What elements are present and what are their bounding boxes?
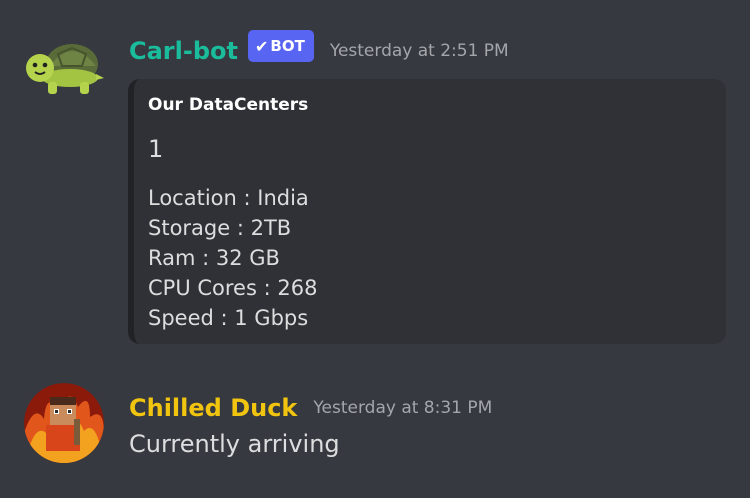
embed-field-value: Location : India Storage : 2TB Ram : 32 … <box>148 183 317 333</box>
embed-line-storage: Storage : 2TB <box>148 216 292 240</box>
username[interactable]: Carl-bot <box>129 37 238 65</box>
message-content: Currently arriving <box>129 430 340 458</box>
verified-check-icon: ✔ <box>254 36 269 56</box>
username[interactable]: Chilled Duck <box>129 394 297 422</box>
embed-line-cpu: CPU Cores : 268 <box>148 276 318 300</box>
embed-title: Our DataCenters <box>148 95 309 115</box>
fire-character-avatar-icon[interactable] <box>24 383 104 463</box>
message-chilled-duck: Chilled Duck Yesterday at 8:31 PM <box>0 360 750 498</box>
embed-line-speed: Speed : 1 Gbps <box>148 306 309 330</box>
embed-line-location: Location : India <box>148 186 309 210</box>
message-header: Chilled Duck Yesterday at 8:31 PM <box>129 394 492 422</box>
bot-badge: ✔ BOT <box>247 30 314 62</box>
bot-badge-label: BOT <box>270 37 305 55</box>
embed-field-name: 1 <box>148 135 164 163</box>
message-carl-bot: Carl-bot ✔ BOT Yesterday at 2:51 PM Our … <box>0 0 750 360</box>
timestamp[interactable]: Yesterday at 8:31 PM <box>313 398 492 418</box>
turtle-avatar-icon[interactable] <box>24 30 104 110</box>
message-header: Carl-bot ✔ BOT Yesterday at 2:51 PM <box>129 30 509 67</box>
embed-line-ram: Ram : 32 GB <box>148 246 280 270</box>
embed: Our DataCenters 1 Location : India Stora… <box>128 79 726 344</box>
timestamp[interactable]: Yesterday at 2:51 PM <box>330 41 509 61</box>
